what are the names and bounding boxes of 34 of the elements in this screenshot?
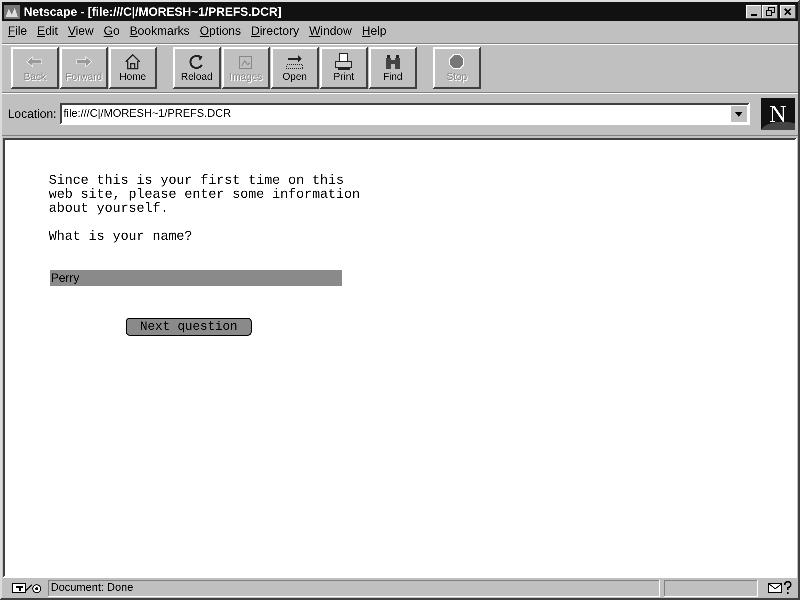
close-icon xyxy=(784,8,792,16)
toolbar-button[interactable]: Reload xyxy=(173,47,221,89)
app-icon xyxy=(4,4,20,18)
name-input[interactable]: Perry xyxy=(50,270,342,286)
toolbar-button[interactable]: Find xyxy=(369,47,417,89)
security-key-icon xyxy=(12,581,44,595)
next-question-button[interactable]: Next question xyxy=(126,318,252,336)
netscape-logo: N xyxy=(761,98,795,130)
menu-item[interactable]: Directory xyxy=(251,24,300,40)
window-title: Netscape - [file:///C|/MORESH~1/PREFS.DCR] xyxy=(24,4,283,18)
restore-icon xyxy=(766,7,774,16)
menu-item[interactable]: View xyxy=(68,24,94,40)
name-question: What is your name? xyxy=(49,230,194,244)
toolbar-button[interactable]: Print xyxy=(320,47,368,89)
menu-item[interactable]: Window xyxy=(309,24,352,40)
menu-item[interactable]: Options xyxy=(200,24,242,40)
location-field[interactable]: file:///C|/MORESH~1/PREFS.DCR xyxy=(60,103,750,125)
menu-item[interactable]: Edit xyxy=(37,24,58,40)
restore-button[interactable] xyxy=(762,4,778,18)
menu-item[interactable]: Help xyxy=(362,24,387,40)
mail-icon[interactable] xyxy=(768,581,794,595)
intro-paragraph: Since this is your first time on this web site, please enter some information about yourself. xyxy=(49,174,362,216)
menu-item[interactable]: Bookmarks xyxy=(130,24,190,40)
close-button[interactable] xyxy=(780,4,796,18)
location-label: Location: xyxy=(8,107,57,121)
menu-item[interactable]: File xyxy=(8,24,28,40)
open-file-icon xyxy=(284,53,306,71)
status-text: Document: Done xyxy=(48,580,660,596)
toolbar-button[interactable]: Home xyxy=(109,47,157,89)
minimize-icon xyxy=(751,14,757,16)
toolbar-button[interactable]: Open xyxy=(271,47,319,89)
minimize-button[interactable] xyxy=(746,4,762,18)
menu-item[interactable]: Go xyxy=(104,24,120,40)
printer-icon xyxy=(333,53,355,71)
